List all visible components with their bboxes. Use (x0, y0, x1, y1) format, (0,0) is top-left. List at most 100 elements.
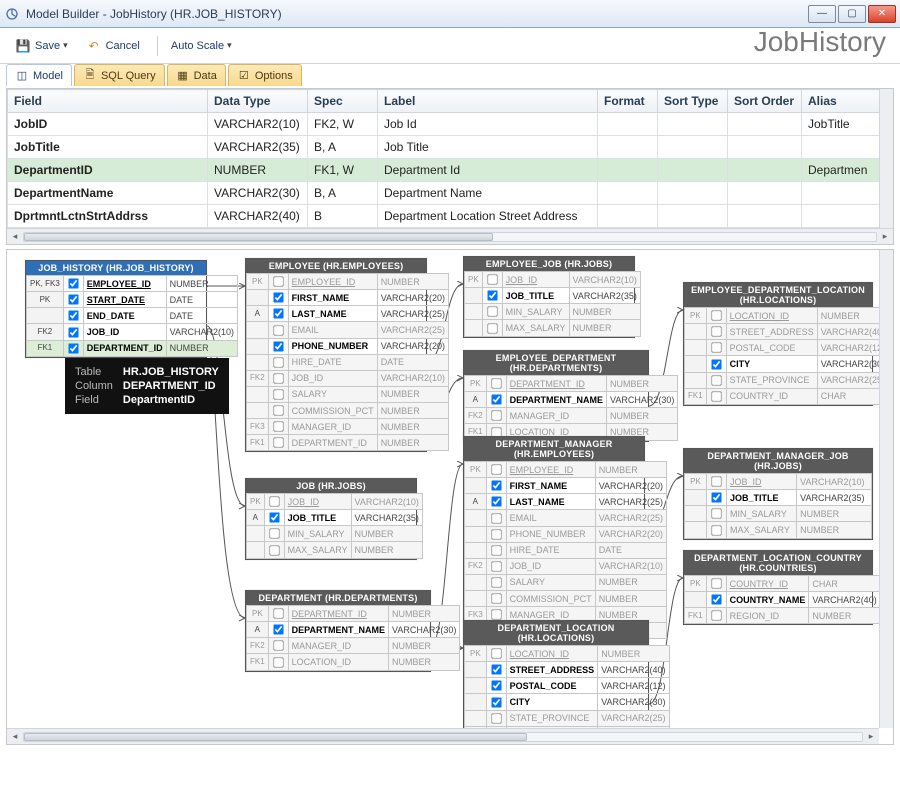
cell-sortorder[interactable] (728, 159, 802, 182)
entity-checkbox-cell[interactable] (63, 340, 83, 356)
entity-checkbox-cell[interactable] (482, 288, 502, 304)
entity-row[interactable]: FK1DEPARTMENT_IDNUMBER (27, 340, 238, 356)
column-checkbox[interactable] (273, 293, 283, 303)
entity-header[interactable]: EMPLOYEE_DEPARTMENT (HR.DEPARTMENTS) (464, 351, 648, 375)
entity-checkbox-cell[interactable] (63, 308, 83, 324)
entity-row[interactable]: CITYVARCHAR2(30) (465, 694, 670, 710)
entity-checkbox-cell[interactable] (486, 510, 506, 526)
entity-row[interactable]: POSTAL_CODEVARCHAR2(12) (685, 340, 889, 356)
column-checkbox[interactable] (711, 359, 721, 369)
scroll-thumb[interactable] (24, 233, 493, 241)
column-checkbox[interactable] (68, 295, 78, 305)
entity-header[interactable]: EMPLOYEE (HR.EMPLOYEES) (246, 259, 426, 273)
entity-row[interactable]: END_DATEDATE (27, 308, 238, 324)
entity-checkbox-cell[interactable] (63, 324, 83, 340)
entity-job[interactable]: JOB (HR.JOBS)PKJOB_IDVARCHAR2(10)AJOB_TI… (245, 478, 417, 560)
column-checkbox[interactable] (273, 438, 283, 448)
entity-row[interactable]: PKEMPLOYEE_IDNUMBER (465, 462, 667, 478)
grid-scrollbar-vertical[interactable] (879, 89, 893, 228)
column-checkbox[interactable] (273, 389, 283, 399)
entity-row[interactable]: PKDEPARTMENT_IDNUMBER (465, 376, 678, 392)
column-checkbox[interactable] (711, 493, 721, 503)
entity-checkbox-cell[interactable] (268, 638, 288, 654)
entity-row[interactable]: HIRE_DATEDATE (465, 542, 667, 558)
entity-row[interactable]: PKJOB_IDVARCHAR2(10) (465, 272, 641, 288)
column-checkbox[interactable] (491, 713, 501, 723)
column-checkbox[interactable] (487, 274, 497, 284)
scroll-left-icon[interactable]: ◂ (9, 231, 21, 242)
column-checkbox[interactable] (711, 611, 721, 621)
entity-header[interactable]: JOB_HISTORY (HR.JOB_HISTORY) (26, 261, 206, 275)
entity-dept_loc_country[interactable]: DEPARTMENT_LOCATION_COUNTRY (HR.COUNTRIE… (683, 550, 873, 625)
entity-row[interactable]: POSTAL_CODEVARCHAR2(12) (465, 678, 670, 694)
cell-sortorder[interactable] (728, 113, 802, 136)
tab-options[interactable]: ☑ Options (228, 64, 302, 86)
scroll-track[interactable] (23, 232, 877, 242)
entity-checkbox-cell[interactable] (706, 340, 726, 356)
cell-sortorder[interactable] (728, 182, 802, 205)
column-checkbox[interactable] (491, 545, 501, 555)
entity-row[interactable]: HIRE_DATEDATE (247, 354, 449, 370)
column-checkbox[interactable] (269, 529, 279, 539)
entity-header[interactable]: DEPARTMENT_MANAGER (HR.EMPLOYEES) (464, 437, 644, 461)
column-checkbox[interactable] (491, 529, 501, 539)
autoscale-button[interactable]: Auto Scale ▾ (164, 36, 239, 56)
entity-checkbox-cell[interactable] (486, 542, 506, 558)
entity-job_history[interactable]: JOB_HISTORY (HR.JOB_HISTORY)PK, FK3EMPLO… (25, 260, 207, 358)
entity-row[interactable]: SALARYNUMBER (465, 574, 667, 590)
entity-checkbox-cell[interactable] (268, 354, 288, 370)
entity-checkbox-cell[interactable] (482, 304, 502, 320)
entity-checkbox-cell[interactable] (268, 403, 288, 419)
entity-row[interactable]: ALAST_NAMEVARCHAR2(25) (465, 494, 667, 510)
entity-row[interactable]: FK1REGION_IDNUMBER (685, 608, 881, 624)
scroll-thumb[interactable] (24, 733, 527, 741)
table-row[interactable]: DepartmentNameVARCHAR2(30)B, ADepartment… (8, 182, 893, 205)
column-checkbox[interactable] (711, 391, 721, 401)
entity-checkbox-cell[interactable] (482, 272, 502, 288)
entity-header[interactable]: DEPARTMENT_LOCATION_COUNTRY (HR.COUNTRIE… (684, 551, 872, 575)
cell-sorttype[interactable] (658, 136, 728, 159)
entity-row[interactable]: COMMISSION_PCTNUMBER (465, 591, 667, 607)
cell-datatype[interactable]: VARCHAR2(30) (208, 182, 308, 205)
entity-row[interactable]: FK1DEPARTMENT_IDNUMBER (247, 435, 449, 451)
entity-checkbox-cell[interactable] (268, 419, 288, 435)
tab-sql-query[interactable]: 🗎 SQL Query (74, 64, 165, 86)
column-checkbox[interactable] (273, 657, 283, 667)
entity-checkbox-cell[interactable] (706, 372, 726, 388)
table-row[interactable]: JobTitleVARCHAR2(35)B, AJob Title (8, 136, 893, 159)
cell-spec[interactable]: FK1, W (308, 159, 378, 182)
entity-checkbox-cell[interactable] (486, 478, 506, 494)
cell-format[interactable] (598, 136, 658, 159)
column-checkbox[interactable] (273, 309, 283, 319)
entity-checkbox-cell[interactable] (268, 654, 288, 670)
entity-checkbox-cell[interactable] (268, 322, 288, 338)
col-sortorder[interactable]: Sort Order (728, 90, 802, 113)
col-format[interactable]: Format (598, 90, 658, 113)
entity-dept_location[interactable]: DEPARTMENT_LOCATION (HR.LOCATIONS)PKLOCA… (463, 620, 649, 744)
window-maximize-button[interactable]: ▢ (838, 5, 866, 23)
tab-model[interactable]: ◫ Model (6, 64, 72, 86)
cell-field[interactable]: DepartmentName (8, 182, 208, 205)
cell-label[interactable]: Department Location Street Address (378, 205, 598, 228)
column-checkbox[interactable] (273, 405, 283, 415)
entity-row[interactable]: FIRST_NAMEVARCHAR2(20) (465, 478, 667, 494)
column-checkbox[interactable] (711, 310, 721, 320)
entity-row[interactable]: FK2MANAGER_IDNUMBER (247, 638, 460, 654)
save-button[interactable]: 💾 Save ▾ (8, 34, 75, 58)
entity-row[interactable]: FK3MANAGER_IDNUMBER (247, 419, 449, 435)
col-field[interactable]: Field (8, 90, 208, 113)
entity-header[interactable]: EMPLOYEE_JOB (HR.JOBS) (464, 257, 634, 271)
entity-checkbox-cell[interactable] (268, 435, 288, 451)
entity-dept[interactable]: DEPARTMENT (HR.DEPARTMENTS)PKDEPARTMENT_… (245, 590, 431, 672)
column-checkbox[interactable] (273, 357, 283, 367)
entity-row[interactable]: ALAST_NAMEVARCHAR2(25) (247, 306, 449, 322)
column-checkbox[interactable] (68, 311, 78, 321)
entity-header[interactable]: DEPARTMENT_MANAGER_JOB (HR.JOBS) (684, 449, 872, 473)
entity-checkbox-cell[interactable] (264, 494, 284, 510)
column-checkbox[interactable] (491, 497, 501, 507)
grid-scrollbar-horizontal[interactable]: ◂ ▸ (7, 228, 893, 244)
entity-checkbox-cell[interactable] (63, 292, 83, 308)
column-checkbox[interactable] (491, 577, 501, 587)
entity-checkbox-cell[interactable] (707, 506, 727, 522)
entity-row[interactable]: FK2JOB_IDVARCHAR2(10) (27, 324, 238, 340)
